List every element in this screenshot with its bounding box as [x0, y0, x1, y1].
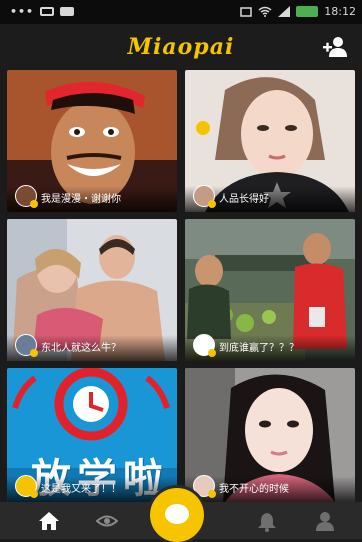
message-icon	[40, 7, 55, 16]
record-button[interactable]	[150, 488, 204, 542]
video-card[interactable]: 东北人就这么牛？	[7, 219, 177, 361]
signal-icon	[278, 6, 291, 17]
video-card[interactable]: 我是漫漫・谢谢你	[7, 70, 177, 212]
bell-icon[interactable]	[256, 510, 278, 532]
verified-badge-icon	[30, 200, 38, 208]
verified-badge-icon	[208, 200, 216, 208]
verified-badge-icon	[208, 490, 216, 498]
eye-icon[interactable]	[96, 510, 118, 532]
video-card[interactable]: 我不开心的时候	[185, 368, 355, 502]
status-bar: ••• 18:12	[0, 0, 362, 24]
add-friend-icon[interactable]	[322, 36, 348, 58]
card-caption: 我不开心的时候	[219, 484, 289, 495]
app-logo: Miaopai	[127, 34, 235, 60]
verified-badge-icon	[30, 349, 38, 357]
wifi-icon	[258, 6, 272, 17]
top-bar: Miaopai	[0, 24, 362, 70]
sim-icon	[240, 6, 253, 17]
status-time: 18:12	[324, 5, 356, 18]
video-card[interactable]: 到底谁赢了？？？	[185, 219, 355, 361]
record-icon	[165, 504, 189, 524]
person-icon[interactable]	[314, 510, 336, 532]
video-feed-grid: 我是漫漫・谢谢你 人品长得好 东北人就这么牛？ 到底谁赢了？？？ 这是我又来了！…	[7, 70, 355, 502]
status-left-icons: •••	[10, 5, 75, 18]
card-caption: 到底谁赢了？？？	[219, 343, 299, 354]
status-right-icons: 18:12	[240, 5, 356, 18]
video-card[interactable]: 人品长得好	[185, 70, 355, 212]
more-dots-icon: •••	[10, 5, 35, 18]
video-card[interactable]: 放学啦 这是我又来了！！	[7, 368, 177, 502]
card-caption: 这是我又来了！！	[41, 484, 121, 495]
verified-badge-icon	[30, 490, 38, 498]
card-caption: 东北人就这么牛？	[41, 343, 121, 354]
notification-icon	[60, 7, 75, 16]
home-icon[interactable]	[38, 510, 60, 532]
battery-icon	[296, 6, 319, 17]
card-caption: 人品长得好	[219, 194, 269, 205]
verified-badge-icon	[208, 349, 216, 357]
card-caption: 我是漫漫・谢谢你	[41, 194, 121, 205]
